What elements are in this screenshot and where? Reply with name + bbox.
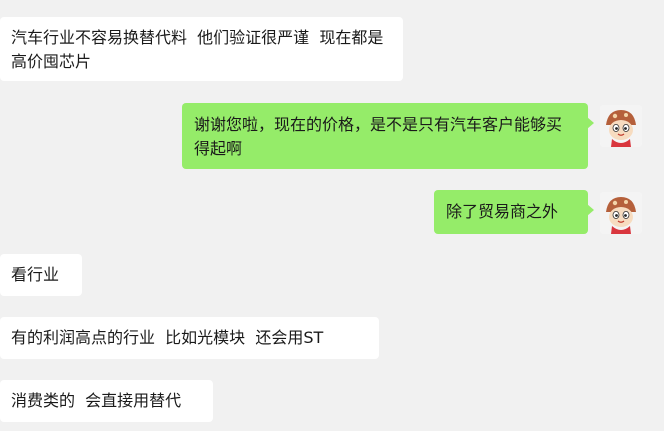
message-bubble-outgoing[interactable]: 除了贸易商之外 (434, 190, 594, 234)
avatar[interactable] (600, 192, 642, 234)
cartoon-kid-icon (600, 105, 642, 147)
message-bubble-outgoing[interactable]: 谢谢您啦，现在的价格，是不是只有汽车客户能够买得起啊 (182, 103, 594, 169)
message-bubble-incoming[interactable]: 汽车行业不容易换替代料 他们验证很严谨 现在都是高价囤芯片 (0, 17, 403, 81)
message-bubble-incoming[interactable]: 看行业 (0, 254, 82, 296)
cartoon-kid-icon (600, 192, 642, 234)
message-bubble-incoming[interactable]: 消费类的 会直接用替代 (0, 380, 213, 422)
avatar[interactable] (600, 105, 642, 147)
message-bubble-incoming[interactable]: 有的利润高点的行业 比如光模块 还会用ST (0, 317, 379, 359)
